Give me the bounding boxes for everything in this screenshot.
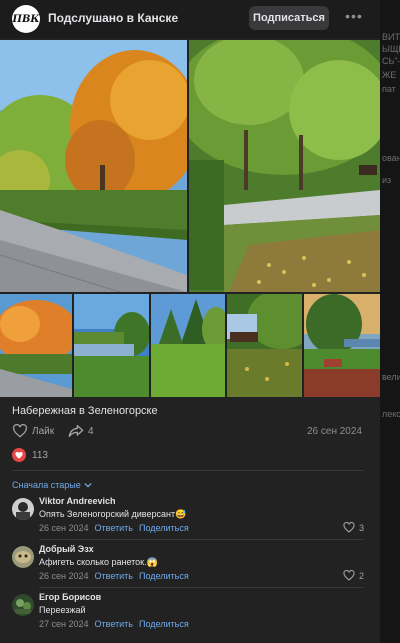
comment-date[interactable]: 26 сен 2024 (39, 571, 89, 581)
photo-5[interactable] (151, 294, 225, 397)
photo-6[interactable] (227, 294, 302, 397)
comment-date[interactable]: 27 сен 2024 (39, 619, 89, 629)
chevron-down-icon (84, 482, 92, 488)
photo-3[interactable] (0, 294, 72, 397)
like-button[interactable]: Лайк (12, 424, 54, 438)
comment-author[interactable]: Егор Борисов (39, 592, 101, 602)
background-text: СЬ"– (382, 56, 400, 66)
reply-button[interactable]: Ответить (95, 619, 133, 629)
divider (12, 470, 364, 471)
background-text: ЖЕ (382, 70, 397, 80)
comment-text: Переезжай (39, 605, 86, 615)
comment: Егор Борисов Переезжай 27 сен 2024 Ответ… (0, 590, 380, 636)
comment-author[interactable]: Добрый Эзх (39, 544, 94, 554)
background-text: из (382, 175, 392, 185)
comment-like-button[interactable]: 2 (343, 570, 364, 581)
commenter-avatar[interactable] (12, 498, 34, 520)
comment-like-count: 3 (358, 522, 364, 533)
post-modal: ПВК Подслушано в Канске Подписаться ••• (0, 0, 380, 643)
background-text: ован (382, 153, 400, 163)
reactions-summary[interactable]: 113 (12, 448, 48, 462)
comment-divider (39, 539, 364, 540)
comment-meta: 26 сен 2024 Ответить Поделиться (39, 571, 189, 581)
comment-like-count: 2 (358, 570, 364, 581)
reply-button[interactable]: Ответить (95, 571, 133, 581)
background-text: вели (382, 372, 400, 382)
post-caption: Набережная в Зеленогорске (12, 405, 158, 417)
like-label: Лайк (32, 425, 55, 437)
share-comment-button[interactable]: Поделиться (139, 571, 189, 581)
reply-button[interactable]: Ответить (95, 523, 133, 533)
comment-meta: 26 сен 2024 Ответить Поделиться (39, 523, 189, 533)
comment-like-button[interactable]: 3 (343, 522, 364, 533)
heart-outline-icon (12, 424, 28, 438)
comment-date[interactable]: 26 сен 2024 (39, 523, 89, 533)
heart-filled-icon (12, 448, 26, 462)
group-name-link[interactable]: Подслушано в Канске (48, 11, 178, 25)
post-header: ПВК Подслушано в Канске Подписаться ••• (0, 0, 380, 38)
photo-7[interactable] (304, 294, 380, 397)
heart-outline-icon (343, 570, 355, 581)
comment-text: Афигеть сколько ранеток.😱 (39, 557, 158, 567)
commenter-avatar[interactable] (12, 546, 34, 568)
commenter-avatar[interactable] (12, 594, 34, 616)
comment: Добрый Эзх Афигеть сколько ранеток.😱 26 … (0, 542, 380, 588)
share-count: 4 (88, 425, 94, 437)
comment-text: Опять Зеленогорский диверсант😅 (39, 509, 187, 519)
comments-sort-dropdown[interactable]: Сначала старые (12, 480, 92, 490)
subscribe-button[interactable]: Подписаться (249, 6, 329, 30)
post-actions: Лайк 4 26 сен 2024 (12, 424, 368, 442)
heart-outline-icon (343, 522, 355, 533)
share-comment-button[interactable]: Поделиться (139, 619, 189, 629)
background-text: лекс (382, 409, 400, 419)
comment-divider (39, 587, 364, 588)
more-icon[interactable]: ••• (344, 8, 364, 26)
comment-author[interactable]: Viktor Andreevich (39, 496, 116, 506)
photo-2[interactable] (189, 40, 380, 292)
photo-4[interactable] (74, 294, 149, 397)
share-icon (68, 424, 84, 437)
background-page: ВИТ ЫЩЬ СЬ"– ЖЕ пат ован из вели лекс (380, 0, 400, 643)
photo-grid (0, 40, 380, 397)
background-text: ЫЩЬ (382, 44, 400, 54)
background-text: пат (382, 84, 396, 94)
background-text: ВИТ (382, 32, 400, 42)
comment: Viktor Andreevich Опять Зеленогорский ди… (0, 494, 380, 540)
share-comment-button[interactable]: Поделиться (139, 523, 189, 533)
post-date[interactable]: 26 сен 2024 (307, 426, 362, 437)
sort-label: Сначала старые (12, 480, 81, 490)
share-button[interactable]: 4 (68, 424, 94, 438)
photo-1[interactable] (0, 40, 187, 292)
avatar-logo-text: ПВК (12, 13, 40, 25)
reactions-count: 113 (32, 449, 48, 461)
comment-meta: 27 сен 2024 Ответить Поделиться (39, 619, 189, 629)
group-avatar[interactable]: ПВК (12, 5, 40, 33)
